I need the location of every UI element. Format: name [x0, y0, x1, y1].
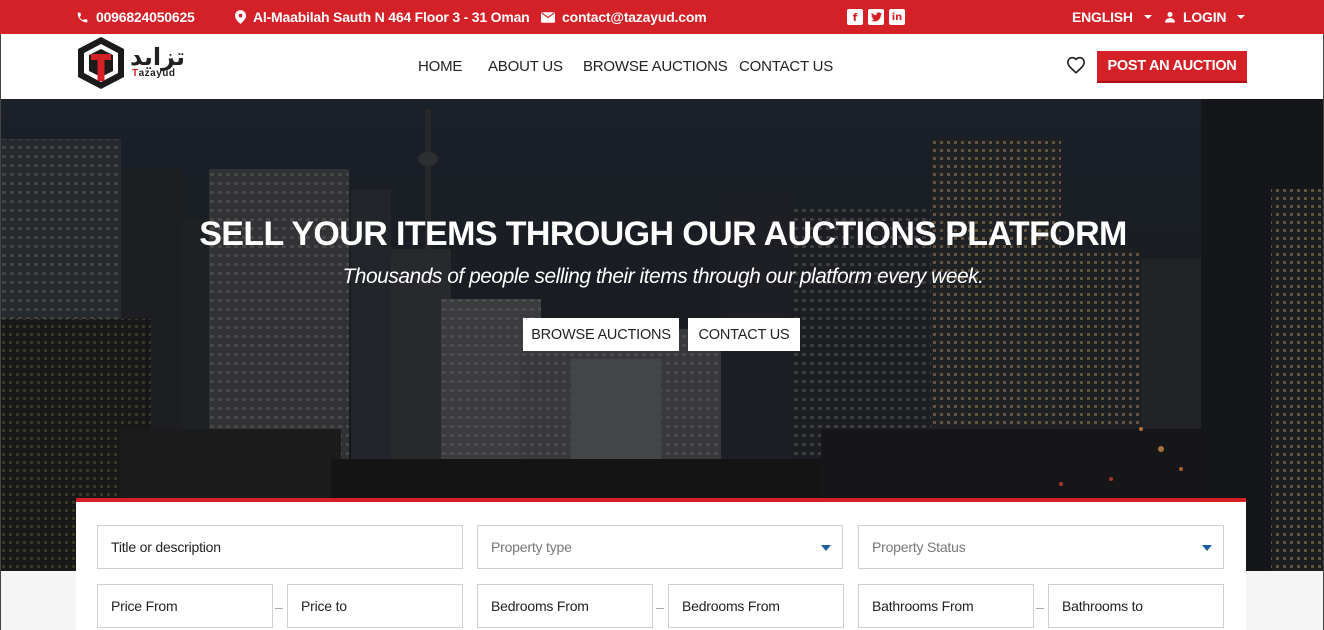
logo-english-text: Tazayud — [132, 68, 176, 79]
bedrooms-to-placeholder: Bedrooms From — [682, 598, 780, 614]
email-contact[interactable]: contact@tazayud.com — [541, 0, 707, 34]
dropdown-arrow-icon — [1202, 545, 1212, 551]
hero-browse-auctions-button[interactable]: BROWSE AUCTIONS — [523, 318, 679, 351]
chevron-down-icon — [1237, 15, 1246, 19]
bedrooms-from-input[interactable]: Bedrooms From — [477, 584, 653, 628]
main-navbar: تزايد Tazayud HOME ABOUT US BROWSE AUCTI… — [0, 34, 1324, 99]
bedrooms-from-placeholder: Bedrooms From — [491, 598, 589, 614]
language-selector[interactable]: ENGLISH — [1072, 0, 1152, 34]
envelope-icon — [541, 11, 555, 23]
social-links: f in — [847, 9, 905, 25]
price-to-input[interactable]: Price to — [287, 584, 463, 628]
language-label: ENGLISH — [1072, 9, 1133, 25]
phone-contact[interactable]: 0096824050625 — [76, 0, 195, 34]
bathrooms-to-placeholder: Bathrooms to — [1062, 598, 1143, 614]
property-status-select[interactable]: Property Status — [858, 525, 1224, 569]
nav-home[interactable]: HOME — [418, 58, 462, 75]
twitter-icon[interactable] — [868, 9, 884, 25]
heart-icon[interactable] — [1066, 56, 1086, 74]
site-logo[interactable]: تزايد Tazayud — [75, 35, 195, 91]
nav-about-us[interactable]: ABOUT US — [488, 58, 563, 75]
search-panel: Title or description Property type Prope… — [76, 498, 1246, 630]
hero-subtitle: Thousands of people selling their items … — [342, 265, 984, 288]
hero-title: SELL YOUR ITEMS THROUGH OUR AUCTIONS PLA… — [199, 215, 1127, 253]
property-type-select[interactable]: Property type — [477, 525, 843, 569]
login-label: LOGIN — [1183, 9, 1227, 25]
logo-hexagon-icon — [78, 37, 124, 89]
top-bar: 0096824050625 Al-Maabilah Sauth N 464 Fl… — [0, 0, 1324, 34]
address-contact: Al-Maabilah Sauth N 464 Floor 3 - 31 Oma… — [235, 0, 530, 34]
phone-number: 0096824050625 — [96, 9, 195, 25]
range-dash — [275, 608, 283, 609]
post-auction-button[interactable]: POST AN AUCTION — [1097, 51, 1247, 83]
price-from-placeholder: Price From — [111, 598, 178, 614]
bedrooms-to-input[interactable]: Bedrooms From — [668, 584, 844, 628]
login-menu[interactable]: LOGIN — [1164, 0, 1246, 34]
linkedin-icon[interactable]: in — [889, 9, 905, 25]
bathrooms-from-placeholder: Bathrooms From — [872, 598, 974, 614]
email-text: contact@tazayud.com — [562, 9, 707, 25]
price-to-placeholder: Price to — [301, 598, 347, 614]
nav-contact-us[interactable]: CONTACT US — [739, 58, 833, 75]
nav-browse-auctions[interactable]: BROWSE AUCTIONS — [583, 58, 728, 75]
address-text: Al-Maabilah Sauth N 464 Floor 3 - 31 Oma… — [253, 9, 530, 25]
range-dash — [1036, 608, 1044, 609]
dropdown-arrow-icon — [821, 545, 831, 551]
facebook-icon[interactable]: f — [847, 9, 863, 25]
property-type-value: Property type — [491, 539, 572, 555]
title-search-input[interactable]: Title or description — [97, 525, 463, 569]
property-status-value: Property Status — [872, 539, 966, 555]
bathrooms-to-input[interactable]: Bathrooms to — [1048, 584, 1224, 628]
user-icon — [1165, 12, 1175, 23]
bathrooms-from-input[interactable]: Bathrooms From — [858, 584, 1034, 628]
hero-contact-us-button[interactable]: CONTACT US — [688, 318, 800, 351]
phone-icon — [77, 12, 88, 22]
price-from-input[interactable]: Price From — [97, 584, 273, 628]
map-pin-icon — [235, 10, 246, 24]
logo-arabic-text: تزايد — [130, 43, 186, 71]
chevron-down-icon — [1143, 15, 1152, 19]
range-dash — [656, 608, 664, 609]
title-search-placeholder: Title or description — [111, 539, 221, 555]
